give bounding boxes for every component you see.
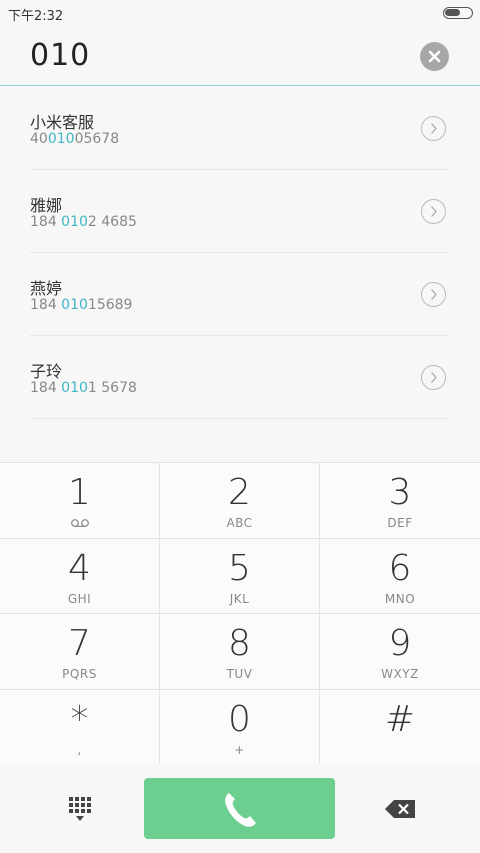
status-time: 下午2:32 bbox=[8, 9, 64, 24]
key-8[interactable]: 8 TUV bbox=[160, 614, 320, 690]
contact-details-button[interactable] bbox=[421, 365, 446, 390]
key-digit: 7 bbox=[68, 623, 91, 664]
contact-name: 小米客服 bbox=[30, 113, 95, 132]
contact-name: 燕婷 bbox=[30, 279, 63, 298]
key-letters: , bbox=[77, 742, 82, 757]
key-2[interactable]: 2 ABC bbox=[160, 463, 320, 539]
key-1[interactable]: 1 bbox=[0, 463, 160, 539]
dialpad-toggle-button[interactable] bbox=[60, 792, 100, 826]
key-letters: PQRS bbox=[62, 667, 97, 681]
clear-number-button[interactable] bbox=[420, 42, 449, 71]
contact-details-button[interactable] bbox=[421, 199, 446, 224]
key-letters: ABC bbox=[226, 516, 253, 530]
number-suffix: 2 4685 bbox=[87, 214, 137, 230]
key-digit: # bbox=[384, 698, 416, 740]
contact-details-button[interactable] bbox=[421, 116, 446, 141]
key-digit: 1 bbox=[68, 472, 91, 513]
backspace-icon bbox=[385, 800, 415, 818]
number-match: 010 bbox=[47, 131, 75, 147]
key-0[interactable]: 0 + bbox=[160, 689, 320, 765]
key-9[interactable]: 9 WXYZ bbox=[320, 614, 480, 690]
number-match: 010 bbox=[61, 297, 88, 313]
key-letters: MNO bbox=[384, 591, 416, 606]
key-letters: GHI bbox=[67, 591, 92, 606]
number-suffix: 15689 bbox=[87, 297, 133, 313]
number-prefix: 40 bbox=[30, 131, 48, 147]
key-digit: 8 bbox=[228, 623, 251, 664]
key-hash[interactable]: # bbox=[320, 690, 480, 766]
contact-number: 184 01015689 bbox=[30, 297, 132, 313]
contact-item[interactable]: 小米客服 4001005678 bbox=[30, 87, 448, 170]
number-prefix: 184 bbox=[30, 214, 62, 230]
key-7[interactable]: 7 PQRS bbox=[0, 614, 160, 690]
key-star[interactable]: * , bbox=[0, 689, 160, 765]
dial-keypad: 1 2 ABC 3 DEF 4 GHI 5 JKL 6 MNO 7 PQRS 8… bbox=[0, 462, 480, 766]
key-digit: 0 bbox=[228, 698, 251, 740]
key-digit: 2 bbox=[228, 472, 251, 513]
key-digit: * bbox=[70, 698, 89, 740]
contact-details-button[interactable] bbox=[421, 282, 446, 307]
key-digit: 5 bbox=[228, 547, 251, 589]
contact-name: 雅娜 bbox=[30, 196, 63, 215]
number-prefix: 184 bbox=[30, 380, 62, 396]
key-letters: DEF bbox=[387, 516, 413, 530]
number-suffix: 05678 bbox=[74, 131, 120, 147]
contact-item[interactable]: 子玲 184 0101 5678 bbox=[30, 336, 448, 419]
chevron-right-icon bbox=[431, 206, 437, 217]
key-4[interactable]: 4 GHI bbox=[0, 538, 160, 614]
dialed-number[interactable]: 010 bbox=[30, 38, 90, 73]
dialed-number-bar: 010 bbox=[0, 26, 480, 86]
dialpad-icon bbox=[69, 797, 91, 821]
key-letters: JKL bbox=[229, 591, 250, 606]
contact-number: 184 0101 5678 bbox=[30, 380, 137, 396]
contact-item[interactable]: 燕婷 184 01015689 bbox=[30, 253, 448, 336]
number-suffix: 1 5678 bbox=[87, 380, 137, 396]
chevron-right-icon bbox=[431, 289, 437, 300]
key-letters: TUV bbox=[226, 667, 253, 681]
key-letters: WXYZ bbox=[381, 667, 419, 681]
contact-suggestions-list: 小米客服 4001005678 雅娜 184 0102 4685 燕婷 184 … bbox=[0, 87, 480, 462]
key-digit: 6 bbox=[388, 547, 412, 589]
chevron-right-icon bbox=[431, 372, 437, 383]
key-3[interactable]: 3 DEF bbox=[320, 463, 480, 539]
backspace-button[interactable] bbox=[380, 794, 420, 824]
key-6[interactable]: 6 MNO bbox=[320, 539, 480, 614]
key-digit: 9 bbox=[388, 623, 412, 664]
bottom-action-bar bbox=[0, 764, 480, 853]
key-5[interactable]: 5 JKL bbox=[160, 538, 320, 614]
contact-number: 4001005678 bbox=[30, 131, 119, 147]
key-digit: 4 bbox=[68, 547, 91, 589]
contact-name: 子玲 bbox=[30, 362, 63, 381]
battery-level bbox=[445, 9, 460, 16]
phone-icon bbox=[225, 793, 256, 827]
number-match: 010 bbox=[61, 380, 88, 396]
contact-item[interactable]: 雅娜 184 0102 4685 bbox=[30, 170, 448, 253]
call-button[interactable] bbox=[144, 778, 335, 839]
contact-number: 184 0102 4685 bbox=[30, 214, 137, 230]
key-digit: 3 bbox=[388, 472, 412, 513]
key-letters: + bbox=[234, 742, 245, 757]
number-prefix: 184 bbox=[30, 297, 62, 313]
status-bar: 下午2:32 bbox=[0, 0, 480, 26]
battery-icon bbox=[443, 7, 473, 19]
voicemail-icon bbox=[71, 519, 89, 527]
number-match: 010 bbox=[61, 214, 88, 230]
close-icon bbox=[428, 50, 441, 63]
chevron-right-icon bbox=[431, 123, 437, 134]
